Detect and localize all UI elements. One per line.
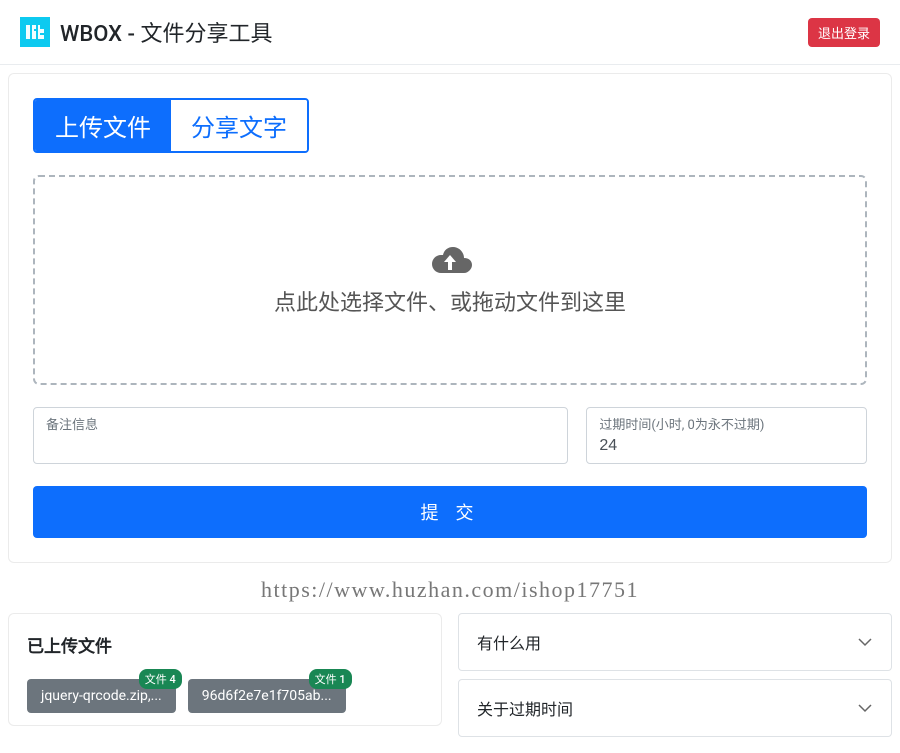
form-row: 备注信息 过期时间(小时, 0为永不过期) xyxy=(33,407,867,464)
uploaded-files-card: 已上传文件 文件 4 jquery-qrcode.zip,... 文件 1 96… xyxy=(8,613,442,726)
submit-button[interactable]: 提 交 xyxy=(33,486,867,538)
watermark-text: https://www.huzhan.com/ishop17751 xyxy=(8,577,892,603)
faq-header-usage[interactable]: 有什么用 xyxy=(459,614,891,670)
remark-field-group: 备注信息 xyxy=(33,407,568,464)
dropzone-text: 点此处选择文件、或拖动文件到这里 xyxy=(274,285,626,317)
file-pill[interactable]: 文件 4 jquery-qrcode.zip,... xyxy=(27,679,176,713)
expire-field-group: 过期时间(小时, 0为永不过期) xyxy=(586,407,867,464)
faq-item: 有什么用 xyxy=(458,613,892,671)
mode-tabs: 上传文件 分享文字 xyxy=(33,98,309,153)
uploaded-col: 已上传文件 文件 4 jquery-qrcode.zip,... 文件 1 96… xyxy=(8,613,442,745)
remark-label: 备注信息 xyxy=(46,414,555,433)
remark-input[interactable] xyxy=(46,433,555,457)
file-name: jquery-qrcode.zip,... xyxy=(41,688,162,704)
app-header: WBOX - 文件分享工具 退出登录 xyxy=(0,0,900,65)
file-badge: 文件 4 xyxy=(139,669,182,689)
app-title: WBOX - 文件分享工具 xyxy=(60,16,272,48)
chevron-down-icon xyxy=(857,700,873,716)
cloud-upload-icon xyxy=(427,243,473,279)
faq-item: 关于过期时间 xyxy=(458,679,892,737)
chevron-down-icon xyxy=(857,634,873,650)
file-badge: 文件 1 xyxy=(309,669,352,689)
uploaded-title: 已上传文件 xyxy=(27,632,423,657)
bottom-row: 已上传文件 文件 4 jquery-qrcode.zip,... 文件 1 96… xyxy=(8,613,892,745)
upload-card: 上传文件 分享文字 点此处选择文件、或拖动文件到这里 备注信息 过期时间(小时,… xyxy=(8,73,892,563)
file-dropzone[interactable]: 点此处选择文件、或拖动文件到这里 xyxy=(33,175,867,385)
app-logo-icon xyxy=(20,17,50,47)
expire-label: 过期时间(小时, 0为永不过期) xyxy=(599,414,854,433)
faq-label: 关于过期时间 xyxy=(477,696,573,720)
tab-share-text[interactable]: 分享文字 xyxy=(171,100,307,151)
file-pill[interactable]: 文件 1 96d6f2e7e1f705ab... xyxy=(188,679,346,713)
logout-button[interactable]: 退出登录 xyxy=(808,18,880,47)
expire-input[interactable] xyxy=(599,433,854,457)
file-name: 96d6f2e7e1f705ab... xyxy=(202,688,332,704)
header-left: WBOX - 文件分享工具 xyxy=(20,16,272,48)
main-container: 上传文件 分享文字 点此处选择文件、或拖动文件到这里 备注信息 过期时间(小时,… xyxy=(0,65,900,753)
faq-header-expire[interactable]: 关于过期时间 xyxy=(459,680,891,736)
faq-label: 有什么用 xyxy=(477,630,541,654)
file-pill-list: 文件 4 jquery-qrcode.zip,... 文件 1 96d6f2e7… xyxy=(27,671,423,713)
faq-col: 有什么用 关于过期时间 xyxy=(458,613,892,745)
tab-upload-file[interactable]: 上传文件 xyxy=(35,100,171,151)
